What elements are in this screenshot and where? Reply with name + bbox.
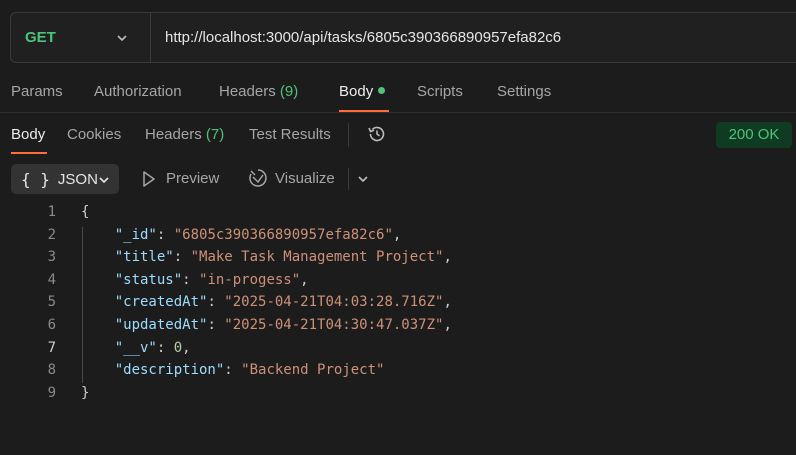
divider xyxy=(348,168,349,190)
line-number: 5 xyxy=(47,294,56,311)
json-key: "description" xyxy=(114,362,225,379)
code-text: "description": "Backend Project" xyxy=(114,362,385,379)
line-number: 7 xyxy=(47,339,56,356)
json-value: "Backend Project" xyxy=(241,362,385,379)
json-value: "Make Task Management Project" xyxy=(190,249,444,266)
line-number: 9 xyxy=(47,384,56,401)
visualize-button[interactable]: Visualize xyxy=(275,170,335,187)
json-value: "in-progess" xyxy=(199,271,301,288)
code-text: "updatedAt": "2025-04-21T04:30:47.037Z", xyxy=(114,317,452,333)
tab-headers[interactable]: Headers (9) xyxy=(219,83,298,100)
chevron-down-icon xyxy=(117,35,127,42)
code-line: 2 "_id": "6805c390366890957efa82c6", xyxy=(0,227,796,249)
active-response-tab-indicator xyxy=(11,152,47,154)
response-tab-body[interactable]: Body xyxy=(11,126,45,143)
code-text: } xyxy=(81,385,89,401)
code-text: "status": "in-progess", xyxy=(114,271,309,288)
code-line: 4 "status": "in-progess", xyxy=(0,272,796,294)
code-text: "title": "Make Task Management Project", xyxy=(114,249,452,266)
json-brace: } xyxy=(81,384,90,401)
response-tab-headers[interactable]: Headers (7) xyxy=(145,126,224,143)
response-tabs: Body Cookies Headers (7) Test Results 20… xyxy=(0,114,796,156)
code-line: 3 "title": "Make Task Management Project… xyxy=(0,249,796,271)
tab-headers-count: (9) xyxy=(279,83,299,100)
line-number: 6 xyxy=(47,317,56,333)
line-number: 8 xyxy=(47,362,56,379)
response-tab-test-results[interactable]: Test Results xyxy=(249,126,331,143)
tab-params[interactable]: Params xyxy=(11,83,63,100)
line-number: 4 xyxy=(47,271,56,288)
code-text: "createdAt": "2025-04-21T04:03:28.716Z", xyxy=(114,294,452,311)
method-label: GET xyxy=(25,29,56,46)
json-key: "createdAt" xyxy=(114,294,208,311)
modified-dot-icon xyxy=(378,87,386,94)
tab-settings[interactable]: Settings xyxy=(497,83,551,100)
chevron-down-icon xyxy=(99,177,109,184)
json-value: "2025-04-21T04:30:47.037Z" xyxy=(224,317,444,333)
code-line: 9} xyxy=(0,385,796,407)
chevron-down-icon[interactable] xyxy=(356,172,370,186)
divider xyxy=(348,123,349,147)
active-tab-indicator xyxy=(339,110,389,112)
response-tab-headers-label: Headers xyxy=(145,126,202,143)
json-key: "status" xyxy=(114,271,183,288)
response-tab-headers-count: (7) xyxy=(205,126,225,143)
visualize-icon xyxy=(249,169,267,187)
json-value: "6805c390366890957efa82c6" xyxy=(173,226,393,243)
status-badge: 200 OK xyxy=(716,122,792,148)
line-number: 1 xyxy=(47,204,56,220)
method-select[interactable]: GET xyxy=(11,13,151,62)
tab-body[interactable]: Body xyxy=(339,83,386,100)
tab-scripts[interactable]: Scripts xyxy=(417,83,463,100)
json-key: "updatedAt" xyxy=(114,317,208,333)
code-line: 5 "createdAt": "2025-04-21T04:03:28.716Z… xyxy=(0,294,796,316)
play-icon xyxy=(143,171,155,187)
history-icon[interactable] xyxy=(366,123,388,145)
json-braces-icon: { } xyxy=(21,169,50,189)
code-line: 6 "updatedAt": "2025-04-21T04:30:47.037Z… xyxy=(0,317,796,339)
format-label: JSON xyxy=(57,170,98,188)
code-line: 8 "description": "Backend Project" xyxy=(0,362,796,384)
code-line: 7 "__v": 0, xyxy=(0,340,796,362)
url-input[interactable]: http://localhost:3000/api/tasks/6805c390… xyxy=(151,29,561,46)
code-text: { xyxy=(81,204,89,220)
preview-button[interactable]: Preview xyxy=(166,170,219,187)
code-text: "__v": 0, xyxy=(114,339,191,356)
json-key: "title" xyxy=(114,249,174,266)
request-url-bar: GET http://localhost:3000/api/tasks/6805… xyxy=(10,12,796,63)
request-tabs: Params Authorization Headers (9) Body Sc… xyxy=(0,72,796,113)
json-value: 0 xyxy=(173,339,183,356)
code-line: 1{ xyxy=(0,204,796,226)
tab-authorization[interactable]: Authorization xyxy=(94,83,182,100)
code-text: "_id": "6805c390366890957efa82c6", xyxy=(114,226,402,243)
line-number: 3 xyxy=(47,249,56,266)
json-key: "_id" xyxy=(114,226,157,243)
tab-headers-label: Headers xyxy=(219,83,276,100)
response-tab-cookies[interactable]: Cookies xyxy=(67,126,121,143)
format-select[interactable]: { } JSON xyxy=(11,164,119,194)
line-number: 2 xyxy=(47,226,56,243)
json-brace: { xyxy=(81,204,90,220)
json-key: "__v" xyxy=(114,339,157,356)
json-value: "2025-04-21T04:03:28.716Z" xyxy=(224,294,444,311)
tab-body-label: Body xyxy=(339,83,374,100)
